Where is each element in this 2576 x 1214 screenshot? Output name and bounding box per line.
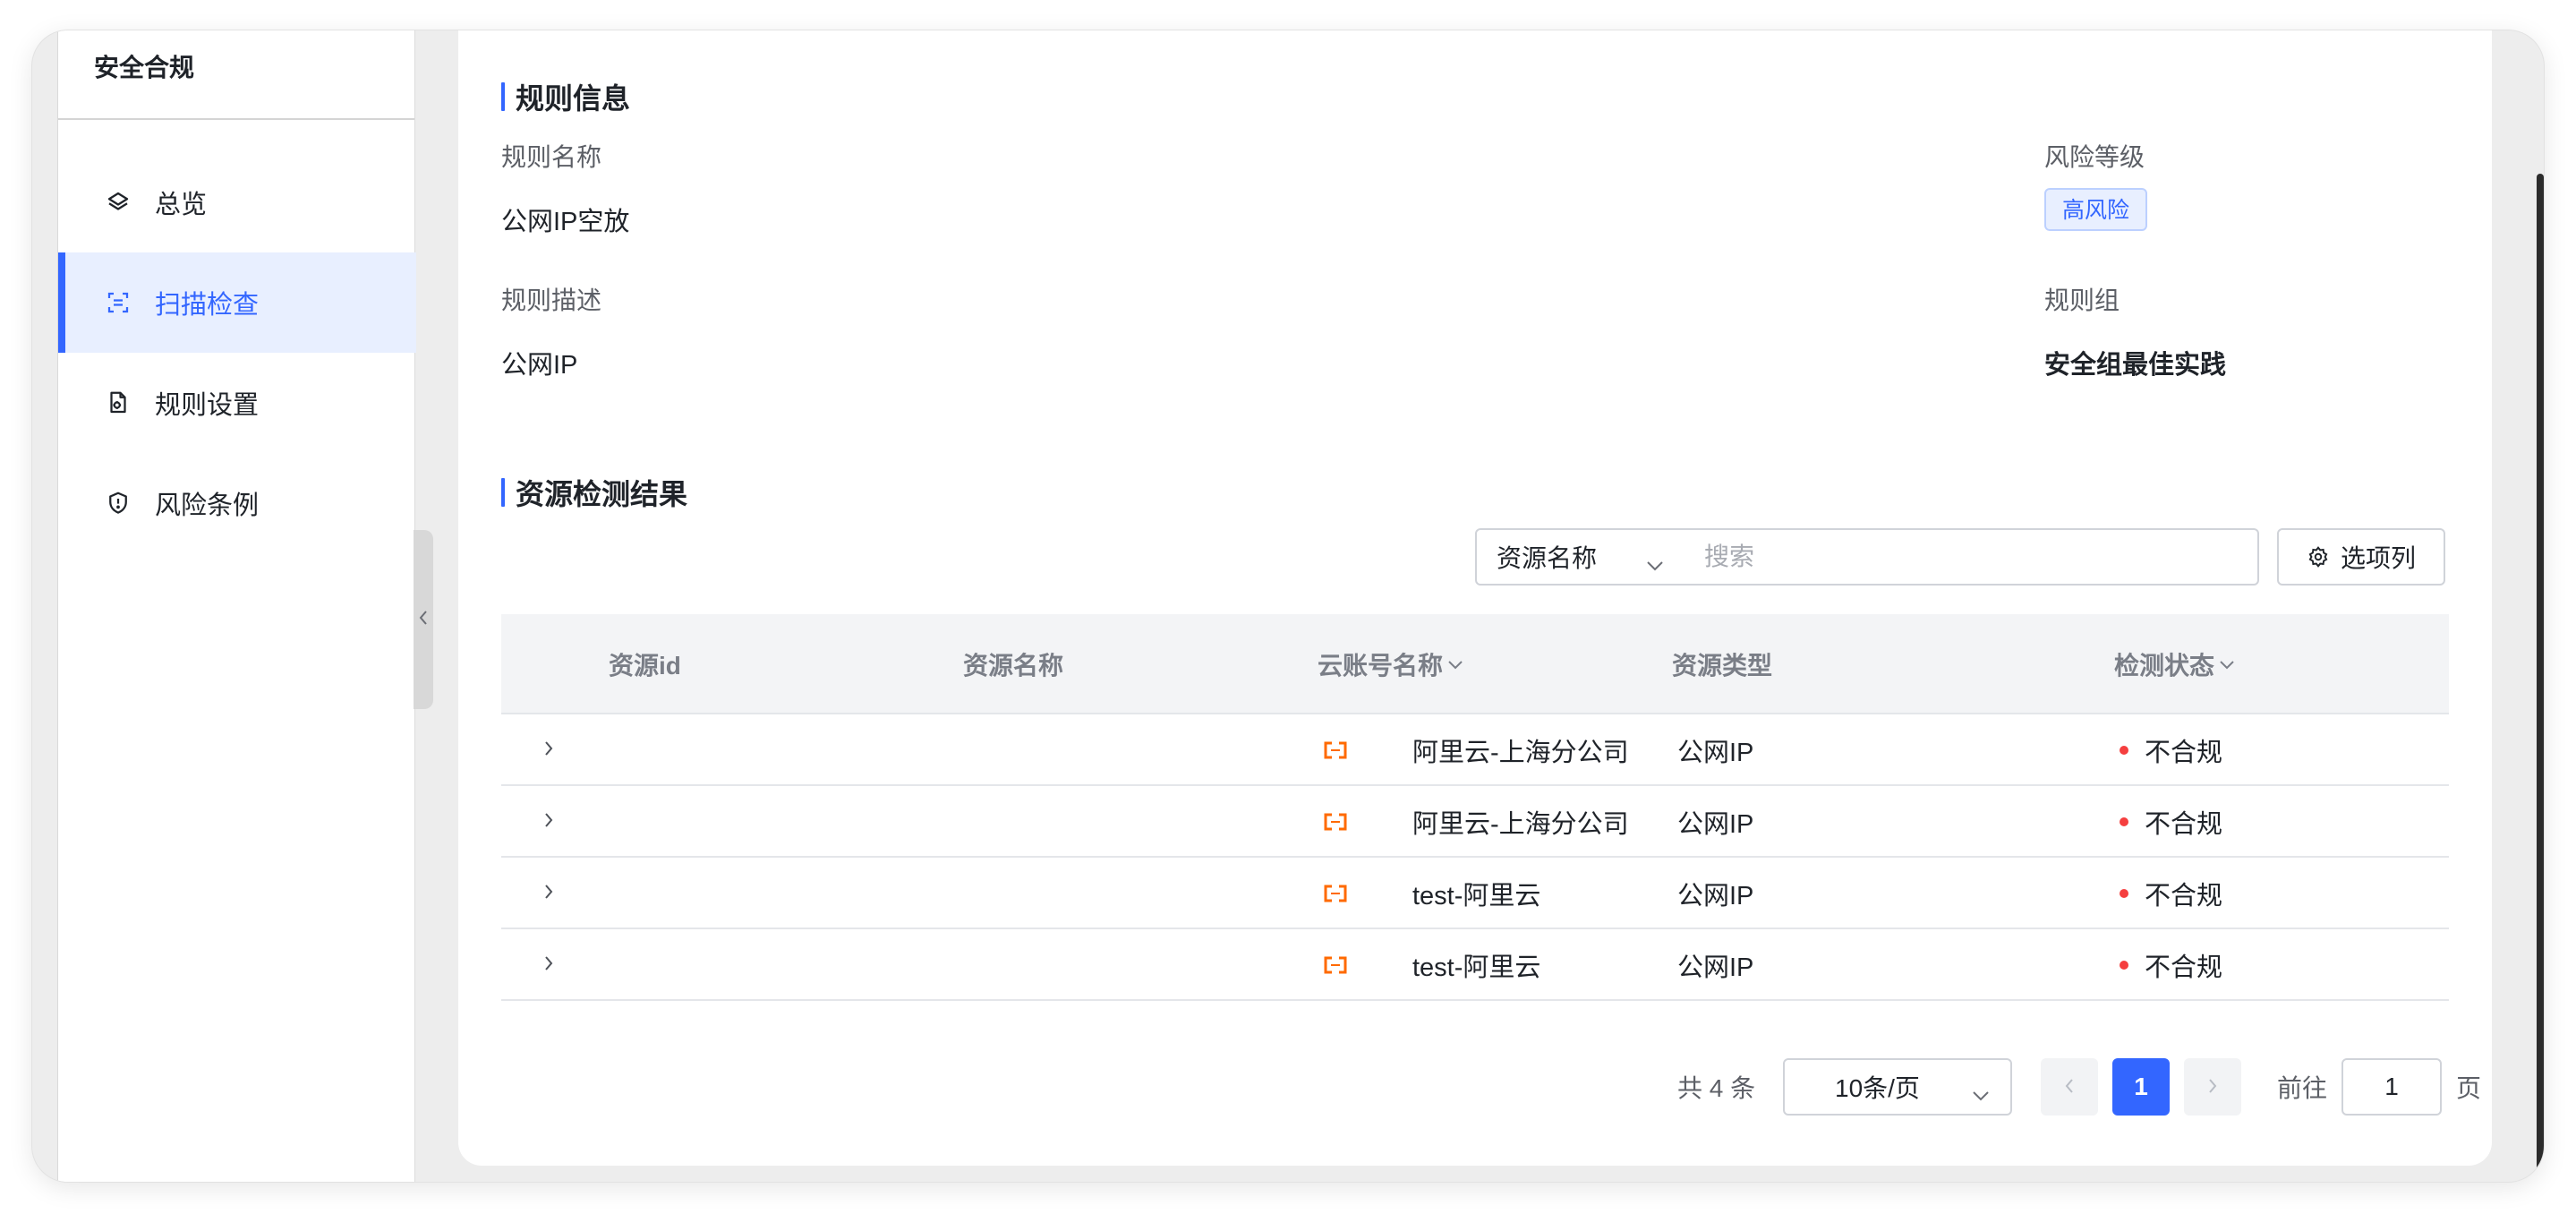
rule-desc-value: 公网IP [501, 351, 578, 380]
cell-account: 阿里云-上海分公司 [1412, 810, 1629, 839]
main-card: 规则信息 规则名称 公网IP空放 风险等级 高风险 规则描述 公网IP 规则组 … [458, 30, 2492, 1166]
rule-group-value: 安全组最佳实践 [2044, 351, 2227, 380]
sidebar-item-label: 扫描检查 [155, 291, 260, 320]
vertical-scrollbar[interactable] [2537, 174, 2544, 1182]
cell-resource-type: 公网IP [1677, 739, 1754, 767]
header-resource-name: 资源名称 [963, 652, 1064, 680]
rule-group-label: 规则组 [2044, 286, 2120, 314]
column-options-label: 选项列 [2340, 544, 2416, 572]
table-row: 阿里云-上海分公司 公网IP 不合规 [501, 714, 2449, 786]
chevron-down-icon[interactable] [1446, 658, 1464, 671]
table-header: 资源id 资源名称 云账号名称 资源类型 检测状态 [501, 614, 2449, 714]
risk-level-label: 风险等级 [2044, 143, 2145, 171]
table-row: test-阿里云 公网IP 不合规 [501, 858, 2449, 929]
chevron-down-icon [1971, 1080, 1991, 1108]
rule-name-label: 规则名称 [501, 143, 602, 171]
gear-icon [2307, 545, 2330, 569]
header-account[interactable]: 云账号名称 [1318, 614, 1464, 714]
page-size-value: 10条/页 [1835, 1074, 1920, 1102]
sidebar-item-label: 风险条例 [155, 492, 260, 520]
chevron-left-icon [2064, 1073, 2075, 1101]
cell-status: 不合规 [2120, 786, 2222, 858]
header-resource-type: 资源类型 [1672, 652, 1773, 680]
results-table: 资源id 资源名称 云账号名称 资源类型 检测状态 阿里云-上海分公司 公网IP… [501, 614, 2449, 1001]
sidebar-collapse-handle[interactable] [414, 530, 433, 709]
cell-resource-type: 公网IP [1677, 953, 1754, 982]
row-expand-toggle[interactable] [535, 929, 562, 1001]
cell-resource-type: 公网IP [1677, 810, 1754, 839]
pagination-total: 共 4 条 [1677, 1074, 1756, 1102]
cell-account: test-阿里云 [1412, 953, 1541, 982]
aliyun-logo-icon [1323, 929, 1350, 1001]
cell-account: 阿里云-上海分公司 [1412, 739, 1629, 767]
page-suffix: 页 [2456, 1074, 2482, 1102]
status-dot [2120, 961, 2128, 970]
cell-status: 不合规 [2120, 929, 2222, 1001]
cell-status: 不合规 [2120, 858, 2222, 929]
cell-account: test-阿里云 [1412, 882, 1541, 910]
status-label: 不合规 [2145, 882, 2223, 910]
page-size-select[interactable]: 10条/页 [1783, 1058, 2012, 1116]
sidebar-title: 安全合规 [58, 30, 414, 120]
chevron-right-icon [542, 808, 555, 837]
scan-icon [105, 289, 132, 316]
chevron-right-icon [2207, 1073, 2218, 1101]
aliyun-logo-icon [1323, 714, 1350, 786]
header-account-label: 云账号名称 [1318, 652, 1444, 680]
sidebar-item-label: 总览 [155, 191, 208, 219]
aliyun-logo-icon [1323, 858, 1350, 929]
chevron-right-icon [542, 951, 555, 980]
rule-name-value: 公网IP空放 [501, 208, 630, 236]
chevron-left-icon [417, 608, 430, 632]
table-row: test-阿里云 公网IP 不合规 [501, 929, 2449, 1001]
prev-page-button[interactable] [2041, 1058, 2098, 1116]
layers-icon [105, 189, 132, 216]
goto-page-input[interactable] [2341, 1058, 2442, 1116]
rule-desc-label: 规则描述 [501, 286, 602, 314]
sidebar-item-scan[interactable]: 扫描检查 [58, 252, 416, 353]
row-expand-toggle[interactable] [535, 786, 562, 858]
risk-level-badge: 高风险 [2044, 188, 2148, 231]
status-label: 不合规 [2145, 810, 2223, 839]
page-button-current[interactable]: 1 [2112, 1058, 2170, 1116]
header-resource-id: 资源id [609, 652, 681, 680]
row-expand-toggle[interactable] [535, 714, 562, 786]
document-settings-icon [105, 389, 132, 416]
search-field-value: 资源名称 [1497, 544, 1598, 572]
chevron-right-icon [542, 736, 555, 765]
goto-label: 前往 [2277, 1074, 2328, 1102]
status-dot [2120, 746, 2128, 755]
rule-info-title: 规则信息 [501, 81, 630, 115]
sidebar-item-risk-rules[interactable]: 风险条例 [58, 453, 416, 553]
shield-alert-icon [105, 490, 132, 517]
header-status-label: 检测状态 [2114, 652, 2215, 680]
column-options-button[interactable]: 选项列 [2277, 528, 2445, 586]
sidebar-item-overview[interactable]: 总览 [58, 152, 416, 252]
row-expand-toggle[interactable] [535, 858, 562, 929]
status-label: 不合规 [2145, 953, 2223, 982]
chevron-right-icon [542, 879, 555, 909]
sidebar-item-label: 规则设置 [155, 391, 260, 420]
app-window: 安全合规 总览 扫描检查 规则设置 风险条例 规则信息 规则名称 公网IP空放 … [32, 30, 2544, 1182]
chevron-down-icon[interactable] [2218, 658, 2236, 671]
aliyun-logo-icon [1323, 786, 1350, 858]
search-input[interactable] [1685, 528, 2259, 586]
cell-resource-type: 公网IP [1677, 882, 1754, 910]
results-title: 资源检测结果 [501, 476, 687, 510]
status-label: 不合规 [2145, 739, 2223, 767]
search-field-select[interactable]: 资源名称 [1475, 528, 1686, 586]
sidebar-item-rule-settings[interactable]: 规则设置 [58, 353, 416, 453]
table-row: 阿里云-上海分公司 公网IP 不合规 [501, 786, 2449, 858]
header-status[interactable]: 检测状态 [2114, 614, 2236, 714]
next-page-button[interactable] [2184, 1058, 2241, 1116]
sidebar: 安全合规 总览 扫描检查 规则设置 风险条例 [57, 30, 416, 1182]
cell-status: 不合规 [2120, 714, 2222, 786]
chevron-down-icon [1645, 550, 1665, 578]
status-dot [2120, 889, 2128, 898]
status-dot [2120, 817, 2128, 826]
